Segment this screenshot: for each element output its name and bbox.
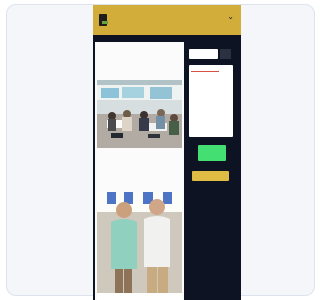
green-action-button[interactable]	[198, 145, 226, 161]
sidebar-card-accent	[191, 71, 219, 72]
classroom-photo-image	[97, 80, 182, 148]
mobile-page: ⌄	[93, 5, 241, 300]
search-input[interactable]	[189, 49, 218, 59]
classroom-photo	[97, 80, 182, 148]
sidebar-link-list	[191, 74, 231, 137]
sidebar-link[interactable]	[191, 131, 231, 137]
article-column	[95, 42, 184, 300]
students-photo	[97, 192, 182, 300]
search-button[interactable]	[220, 49, 231, 59]
chevron-down-icon[interactable]: ⌄	[227, 13, 234, 21]
right-sidebar	[189, 49, 235, 269]
sidebar-link-card	[189, 65, 233, 137]
site-logo-icon[interactable]	[99, 14, 108, 26]
yellow-action-button[interactable]	[192, 171, 229, 181]
site-header: ⌄	[93, 5, 241, 35]
search-row	[189, 49, 235, 60]
students-photo-image	[97, 192, 182, 300]
